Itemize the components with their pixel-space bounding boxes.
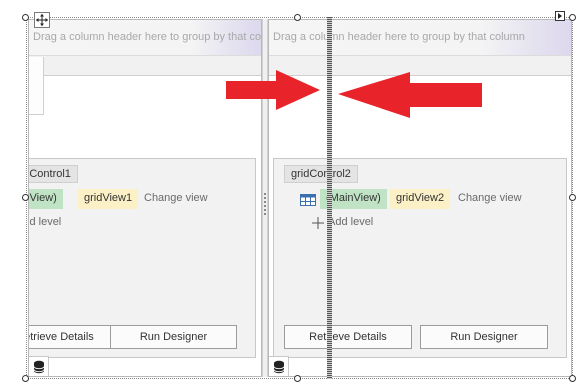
change-view-link[interactable]: Change view (144, 192, 208, 204)
run-designer-button[interactable]: Run Designer (110, 325, 237, 349)
retrieve-details-button[interactable]: Retrieve Details (29, 325, 120, 349)
smart-tag-arrow-icon (558, 13, 562, 19)
resize-grip[interactable] (569, 375, 576, 382)
add-level-link[interactable]: Add level (328, 216, 373, 228)
arrow-left-icon (338, 72, 482, 118)
level-designer: gridControl2 (MainView) gridView2 Change… (273, 158, 567, 358)
resize-grip[interactable] (569, 14, 576, 21)
plus-icon[interactable] (312, 217, 324, 229)
row-indicator-cell (29, 95, 44, 115)
grid-view-chip[interactable]: gridView1 (78, 189, 139, 209)
level-designer: gridControl1 (MainView) gridView1 Change… (29, 158, 256, 358)
group-by-panel[interactable]: Drag a column header here to group by th… (269, 20, 571, 56)
splitter-drag-preview-line (327, 17, 332, 379)
resize-grip[interactable] (294, 14, 301, 21)
resize-grip[interactable] (569, 194, 576, 201)
arrow-right-icon (226, 70, 320, 110)
change-view-link[interactable]: Change view (458, 192, 522, 204)
smart-tag-button[interactable] (555, 11, 565, 21)
resize-grip[interactable] (294, 375, 301, 382)
row-indicator-cell (29, 76, 44, 96)
add-level-link[interactable]: Add level (29, 216, 61, 228)
data-source-tab[interactable] (29, 356, 49, 376)
splitter-grip[interactable] (264, 193, 266, 215)
data-source-tab[interactable] (269, 356, 289, 376)
resize-grip[interactable] (22, 14, 29, 21)
group-by-hint: Drag a column header here to group by th… (273, 31, 525, 43)
grid-table-icon (300, 194, 316, 206)
resize-grip[interactable] (22, 194, 29, 201)
grid-view-chip[interactable]: gridView2 (390, 189, 451, 209)
group-by-panel[interactable]: Drag a column header here to group by th… (29, 20, 261, 56)
database-icon (273, 360, 284, 373)
group-by-hint: Drag a column header here to group by th… (33, 31, 262, 43)
retrieve-details-button[interactable]: Retrieve Details (284, 325, 412, 349)
resize-grip[interactable] (22, 375, 29, 382)
tab-grid-control[interactable]: gridControl2 (284, 165, 358, 183)
tab-grid-control[interactable]: gridControl1 (29, 165, 78, 183)
main-view-chip[interactable]: (MainView) (29, 189, 63, 209)
database-icon (33, 360, 44, 373)
move-cross-icon (36, 14, 48, 26)
row-indicator-cell (29, 57, 44, 77)
run-designer-button[interactable]: Run Designer (420, 325, 548, 349)
move-handle[interactable] (34, 12, 50, 28)
